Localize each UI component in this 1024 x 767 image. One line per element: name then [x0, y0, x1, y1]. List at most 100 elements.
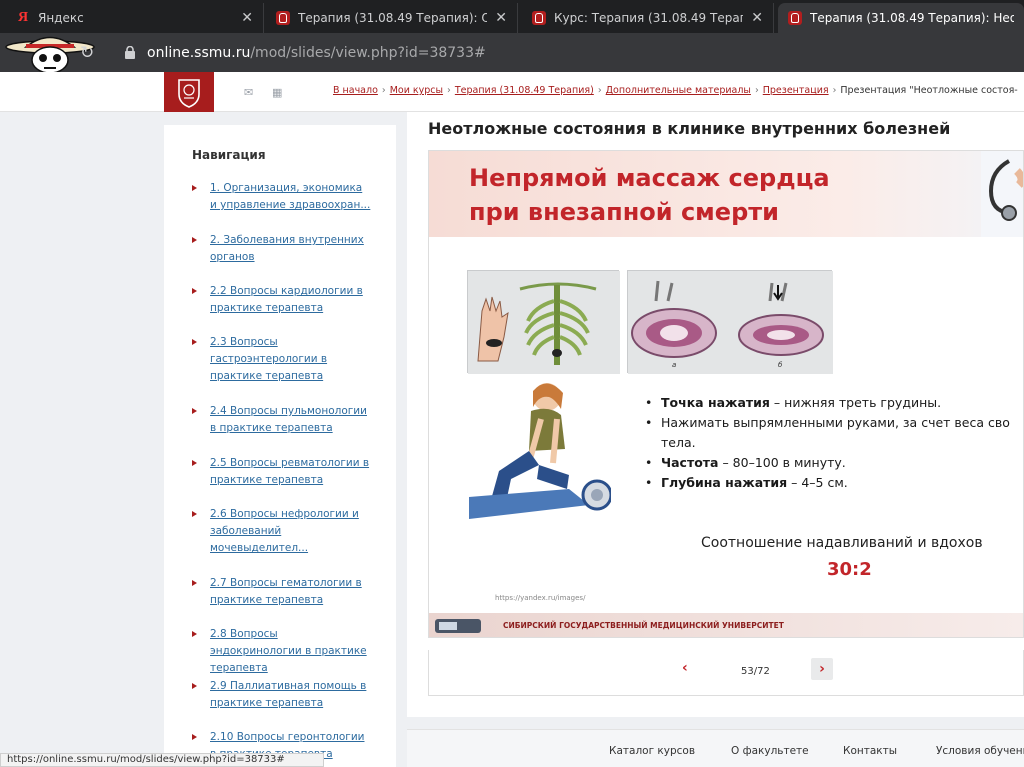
tab-title: Курс: Терапия (31.08.49 Терапи:	[554, 11, 744, 25]
bullet-text: – нижняя треть грудины.	[769, 395, 942, 410]
breadcrumb-my-courses[interactable]: Мои курсы	[390, 85, 443, 96]
url-path: /mod/slides/view.php?id=38733#	[250, 45, 486, 61]
arrow-bullet-icon	[192, 237, 197, 243]
bullet-text: тела.	[661, 435, 696, 450]
bullet-text: – 80–100 в минуту.	[718, 455, 846, 470]
breadcrumb-home[interactable]: В начало	[333, 85, 378, 96]
next-slide-button[interactable]: ›	[811, 658, 833, 680]
arrow-bullet-icon	[192, 408, 197, 414]
footer-link-terms[interactable]: Условия обучени	[936, 745, 1024, 757]
presentation-slide: Непрямой массаж сердца при внезапной сме…	[428, 150, 1024, 638]
arrow-bullet-icon	[192, 185, 197, 191]
monitor-device-image	[435, 619, 481, 633]
ratio-value: 30:2	[827, 559, 872, 580]
tab-title: Терапия (31.08.49 Терапия): Ост	[298, 11, 488, 25]
bullet-item: Частота – 80–100 в минуту.	[639, 453, 1023, 473]
sidebar-item-label: 1. Организация, экономика и управление з…	[210, 182, 371, 211]
university-name: СИБИРСКИЙ ГОСУДАРСТВЕННЫЙ МЕДИЦИНСКИЙ УН…	[503, 621, 784, 630]
sidebar-item-label: 2.8 Вопросы эндокринологии в практике те…	[210, 628, 367, 674]
browser-tab-therapy-ost[interactable]: Терапия (31.08.49 Терапия): Ост ✕	[266, 3, 518, 33]
sidebar-item-endocrinology[interactable]: 2.8 Вопросы эндокринологии в практике те…	[192, 626, 372, 677]
ratio-label: Соотношение надавливаний и вдохов	[701, 535, 983, 551]
footer-link-contacts[interactable]: Контакты	[843, 745, 897, 757]
bullet-text: – 4–5 см.	[787, 475, 848, 490]
sidebar-item-nephrology[interactable]: 2.6 Вопросы нефрологии и заболеваний моч…	[192, 506, 372, 557]
sidebar-item-internal-diseases[interactable]: 2. Заболевания внутренних органов	[192, 232, 372, 266]
cpr-rescuer-illustration	[469, 383, 611, 519]
bullet-text: Нажимать выпрямленными руками, за счет в…	[661, 415, 1010, 430]
sidebar-item-rheumatology[interactable]: 2.5 Вопросы ревматологии в практике тера…	[192, 455, 372, 489]
breadcrumb-current: Презентация "Неотложные состоя-	[840, 85, 1018, 96]
url-field[interactable]: online.ssmu.ru/mod/slides/view.php?id=38…	[147, 45, 486, 61]
slide-pager: ‹ 53/72 ›	[428, 650, 1024, 696]
tab-title: Яндекс	[38, 11, 84, 25]
footer-link-catalog[interactable]: Каталог курсов	[609, 745, 695, 757]
chest-compression-diagram: а б	[627, 270, 833, 374]
prev-slide-button[interactable]: ‹	[682, 660, 688, 676]
close-tab-icon[interactable]: ✕	[241, 10, 253, 26]
close-tab-icon[interactable]: ✕	[751, 10, 763, 26]
browser-tab-course[interactable]: Курс: Терапия (31.08.49 Терапи: ✕	[522, 3, 774, 33]
bullet-item: Нажимать выпрямленными руками, за счет в…	[639, 413, 1023, 433]
sidebar-item-gastroenterology[interactable]: 2.3 Вопросы гастроэнтерологии в практике…	[192, 334, 372, 385]
breadcrumb-presentation[interactable]: Презентация	[763, 85, 829, 96]
ssmu-crest-icon	[178, 79, 200, 108]
ssmu-crest-icon	[788, 11, 802, 25]
sidebar-item-organization[interactable]: 1. Организация, экономика и управление з…	[192, 180, 372, 214]
sidebar-item-label: 2.5 Вопросы ревматологии в практике тера…	[210, 457, 370, 486]
ssmu-crest-icon	[276, 11, 290, 25]
breadcrumb-course[interactable]: Терапия (31.08.49 Терапия)	[455, 85, 594, 96]
sidebar-item-label: 2.4 Вопросы пульмонологии в практике тер…	[210, 405, 367, 434]
page-counter: 53/72	[741, 666, 770, 677]
sidebar-item-label: 2.3 Вопросы гастроэнтерологии в практике…	[210, 336, 328, 382]
navigation-sidebar: Навигация 1. Организация, экономика и уп…	[164, 125, 396, 767]
slide-title: Непрямой массаж сердца при внезапной сме…	[469, 161, 830, 229]
bullet-bold: Частота	[661, 455, 719, 470]
close-tab-icon[interactable]: ✕	[495, 10, 507, 26]
sidebar-item-label: 2. Заболевания внутренних органов	[210, 234, 364, 263]
slide-title-line: при внезапной смерти	[469, 198, 779, 226]
image-source: https://yandex.ru/images/	[495, 594, 586, 602]
footer-link-about[interactable]: О факультете	[731, 745, 809, 757]
url-host: online.ssmu.ru	[147, 45, 251, 61]
bullet-item: тела.	[639, 433, 1023, 453]
slide-title-line: Непрямой массаж сердца	[469, 164, 830, 192]
arrow-bullet-icon	[192, 339, 197, 345]
arrow-bullet-icon	[192, 288, 197, 294]
ssmu-crest-icon	[532, 11, 546, 25]
breadcrumb-materials[interactable]: Дополнительные материалы	[606, 85, 751, 96]
sidebar-item-pulmonology[interactable]: 2.4 Вопросы пульмонологии в практике тер…	[192, 403, 372, 437]
lock-icon	[125, 46, 135, 59]
bullet-bold: Точка нажатия	[661, 395, 770, 410]
arrow-bullet-icon	[192, 683, 197, 689]
sidebar-item-palliative[interactable]: 2.9 Паллиативная помощь в практике терап…	[192, 678, 372, 712]
arrow-bullet-icon	[192, 511, 197, 517]
slide-bullet-list: Точка нажатия – нижняя треть грудины. На…	[639, 393, 1023, 493]
sidebar-item-label: 2.7 Вопросы гематологии в практике терап…	[210, 577, 362, 606]
mail-icon[interactable]: ✉	[244, 86, 253, 99]
breadcrumb-separator: ›	[381, 85, 386, 96]
sidebar-item-label: 2.2 Вопросы кардиологии в практике терап…	[210, 285, 363, 314]
arrow-bullet-icon	[192, 631, 197, 637]
hand-ribcage-illustration	[467, 270, 620, 374]
tab-title: Терапия (31.08.49 Терапия): Нео	[810, 11, 1014, 25]
stethoscope-image	[981, 151, 1023, 237]
university-logo[interactable]	[164, 72, 214, 112]
sidebar-item-hematology[interactable]: 2.7 Вопросы гематологии в практике терап…	[192, 575, 372, 609]
breadcrumb: В начало › Мои курсы › Терапия (31.08.49 Тер…	[333, 85, 1018, 96]
sidebar-item-label: 2.9 Паллиативная помощь в практике терап…	[210, 680, 367, 709]
diagram-label-a: а	[672, 361, 677, 369]
reload-icon[interactable]: ↻	[80, 43, 94, 63]
arrow-bullet-icon	[192, 580, 197, 586]
diagram-label-b: б	[778, 361, 783, 369]
yandex-icon: Я	[17, 10, 29, 25]
sidebar-item-label: 2.6 Вопросы нефрологии и заболеваний моч…	[210, 508, 359, 554]
browser-tab-active[interactable]: Терапия (31.08.49 Терапия): Нео	[778, 3, 1024, 33]
browser-tab-yandex[interactable]: Я Яндекс ✕	[6, 3, 264, 33]
bullet-item: Точка нажатия – нижняя треть грудины.	[639, 393, 1023, 413]
grid-icon[interactable]: ▦	[272, 86, 282, 99]
site-footer	[407, 729, 1024, 767]
arrow-bullet-icon	[192, 734, 197, 740]
breadcrumb-separator: ›	[597, 85, 602, 96]
sidebar-item-cardiology[interactable]: 2.2 Вопросы кардиологии в практике терап…	[192, 283, 372, 317]
